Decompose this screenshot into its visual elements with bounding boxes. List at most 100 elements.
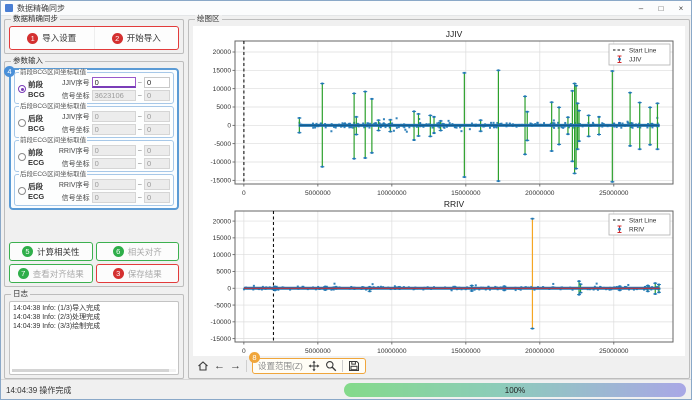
statusbar: 14:04:39 操作完成 100%	[1, 379, 691, 400]
toolbar-separator	[246, 360, 247, 372]
front-bcg-radio[interactable]: 前段BCG	[18, 79, 54, 99]
radio-icon[interactable]	[18, 85, 26, 93]
param-group: 参数输入 4 前段BCG区间坐标取值 前段BCG JJIV序号	[4, 61, 184, 287]
rriv-index-from-input	[92, 179, 136, 190]
toolbar-separator	[342, 360, 343, 372]
rear-ecg-radio[interactable]: 后段ECG	[18, 181, 54, 201]
section-title: 前段ECG区间坐标取值	[19, 137, 87, 144]
zoom-icon[interactable]	[325, 360, 337, 372]
sync-group-label: 数据精确同步	[11, 15, 60, 23]
start-import-label: 开始导入	[127, 32, 161, 44]
step-badge-1: 1	[27, 33, 38, 44]
tilde: ~	[138, 159, 142, 168]
signal-coord-to-input	[144, 192, 170, 203]
tilde: ~	[138, 146, 142, 155]
jjiv-index-to-input[interactable]	[144, 77, 170, 88]
rriv-index-from-input	[92, 145, 136, 156]
param-group-label: 参数输入	[11, 57, 45, 65]
signal-coord-label: 信号坐标	[56, 193, 90, 203]
log-horizontal-scrollbar[interactable]	[12, 369, 176, 372]
svg-text:15000: 15000	[213, 68, 232, 75]
svg-text:15000000: 15000000	[451, 348, 481, 355]
minimize-button[interactable]: –	[631, 1, 651, 15]
tilde: ~	[138, 125, 142, 134]
back-arrow-icon[interactable]: ←	[214, 360, 225, 372]
save-icon[interactable]	[348, 360, 360, 372]
signal-coord-label: 信号坐标	[56, 91, 90, 101]
figure-canvas[interactable]: 0500000010000000150000002000000025000000…	[193, 26, 685, 356]
svg-text:JJIV: JJIV	[446, 29, 463, 39]
start-import-button[interactable]: 2 开始导入	[94, 27, 179, 49]
correlation-align-button[interactable]: 6 相关对齐	[96, 242, 180, 261]
svg-text:5000: 5000	[216, 269, 231, 276]
svg-text:20000: 20000	[213, 49, 232, 56]
signal-coord-to-input	[144, 158, 170, 169]
radio-icon[interactable]	[18, 153, 26, 161]
svg-text:-5000: -5000	[214, 141, 231, 148]
rear-bcg-radio[interactable]: 后段BCG	[18, 113, 54, 133]
sync-button-box: 1 导入设置 2 开始导入	[9, 26, 179, 50]
window-title: 数据精确同步	[17, 3, 65, 14]
svg-text:0: 0	[242, 348, 246, 355]
signal-coord-label: 信号坐标	[56, 125, 90, 135]
log-line: 14:04:38 Info: (2/3)处理完成	[13, 313, 175, 322]
radio-label: 前段ECG	[28, 147, 54, 167]
section-front-bcg: 前段BCG区间坐标取值 前段BCG JJIV序号 ~	[14, 72, 174, 104]
import-settings-label: 导入设置	[42, 32, 76, 44]
signal-coord-from-input	[92, 192, 136, 203]
signal-coord-to-input	[144, 90, 170, 101]
matplotlib-toolbar: ← → 8 设置范围(Z)	[193, 356, 685, 376]
compute-correlation-button[interactable]: 5 计算相关性	[9, 242, 93, 261]
rriv-index-label: RRIV序号	[56, 146, 90, 156]
svg-text:-5000: -5000	[214, 302, 231, 309]
forward-arrow-icon[interactable]: →	[230, 360, 241, 372]
rriv-chart[interactable]: 0500000010000000150000002000000025000000…	[193, 198, 685, 356]
jjiv-index-to-input	[144, 111, 170, 122]
svg-text:25000000: 25000000	[599, 348, 629, 355]
radio-label: 前段BCG	[28, 79, 54, 99]
set-range-label: 设置范围(Z)	[258, 360, 303, 372]
save-result-button[interactable]: 3 保存结果	[96, 264, 180, 283]
set-range-tool: 8 设置范围(Z)	[252, 358, 366, 374]
svg-text:15000: 15000	[213, 235, 232, 242]
left-panel: 数据精确同步 1 导入设置 2 开始导入 参数输入 4 前段BCG区间坐标取值	[4, 19, 184, 379]
log-group-label: 日志	[11, 290, 30, 298]
jjiv-chart[interactable]: 0500000010000000150000002000000025000000…	[193, 28, 685, 198]
svg-text:0: 0	[227, 123, 231, 130]
svg-text:15000000: 15000000	[451, 190, 481, 197]
svg-text:Start Line: Start Line	[629, 217, 657, 224]
jjiv-index-label: JJIV序号	[56, 78, 90, 88]
step-badge-2: 2	[112, 33, 123, 44]
tilde: ~	[138, 91, 142, 100]
jjiv-index-from-input[interactable]	[92, 77, 136, 88]
section-title: 前段BCG区间坐标取值	[19, 69, 87, 76]
svg-text:RRIV: RRIV	[444, 199, 465, 209]
plot-group: 绘图区 050000001000000015000000200000002500…	[188, 19, 690, 379]
radio-icon[interactable]	[18, 119, 26, 127]
svg-text:RRIV: RRIV	[629, 227, 645, 234]
tilde: ~	[138, 112, 142, 121]
step-badge-3: 3	[113, 268, 124, 279]
param-panel: 4 前段BCG区间坐标取值 前段BCG JJIV序号 ~	[9, 68, 179, 210]
radio-icon[interactable]	[18, 187, 26, 195]
rriv-index-label: RRIV序号	[56, 180, 90, 190]
svg-text:5000000: 5000000	[305, 348, 331, 355]
log-list[interactable]: 14:04:38 Info: (1/3)导入完成 14:04:38 Info: …	[9, 301, 179, 375]
svg-text:-15000: -15000	[210, 336, 231, 343]
status-text: 14:04:39 操作完成	[6, 385, 71, 396]
maximize-button[interactable]: □	[651, 1, 671, 15]
view-align-result-button[interactable]: 7 查看对齐结果	[9, 264, 93, 283]
progress-value: 100%	[505, 386, 525, 395]
section-rear-bcg: 后段BCG区间坐标取值 后段BCG JJIV序号 ~	[14, 106, 174, 138]
pan-icon[interactable]	[308, 360, 320, 372]
view-align-result-label: 查看对齐结果	[33, 268, 84, 280]
rriv-index-to-input	[144, 145, 170, 156]
home-icon[interactable]	[197, 360, 209, 372]
section-front-ecg: 前段ECG区间坐标取值 前段ECG RRIV序号 ~	[14, 140, 174, 172]
front-ecg-radio[interactable]: 前段ECG	[18, 147, 54, 167]
progress-bar: 100%	[344, 383, 686, 397]
svg-text:25000000: 25000000	[599, 190, 629, 197]
close-button[interactable]: ×	[671, 1, 691, 15]
import-settings-button[interactable]: 1 导入设置	[10, 27, 94, 49]
svg-text:10000000: 10000000	[377, 190, 407, 197]
